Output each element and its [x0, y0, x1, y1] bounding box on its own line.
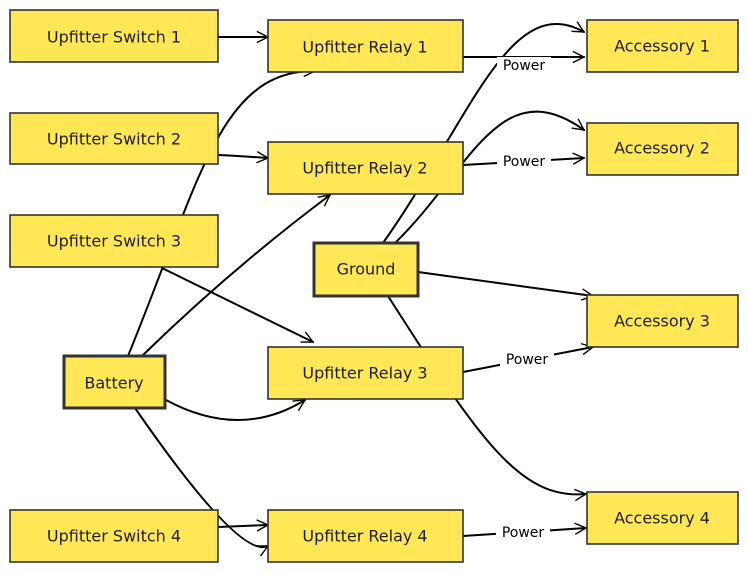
node-label: Accessory 4 [614, 509, 710, 528]
edge-switch2-relay2[interactable] [217, 155, 268, 158]
edge-ground-accessory3[interactable] [417, 271, 593, 296]
node-label: Upfitter Switch 1 [47, 28, 181, 47]
node-accessory-3[interactable]: Accessory 3 [586, 294, 739, 348]
edge-battery-relay3[interactable] [165, 399, 305, 421]
node-upfitter-relay-4[interactable]: Upfitter Relay 4 [267, 509, 464, 563]
node-label: Upfitter Relay 1 [302, 38, 427, 57]
node-accessory-2[interactable]: Accessory 2 [586, 122, 739, 176]
node-label: Accessory 2 [614, 139, 710, 158]
edge-switch4-relay4[interactable] [217, 525, 268, 527]
node-upfitter-relay-1[interactable]: Upfitter Relay 1 [267, 19, 464, 73]
node-accessory-4[interactable]: Accessory 4 [586, 491, 739, 545]
node-upfitter-switch-1[interactable]: Upfitter Switch 1 [9, 9, 219, 63]
edge-label-power-2: Power [503, 154, 546, 170]
node-label: Ground [337, 260, 396, 279]
node-label: Upfitter Relay 2 [302, 159, 427, 178]
edge-label-power-4: Power [502, 525, 545, 541]
edge-labels: Power Power Power Power [496, 57, 554, 542]
node-label: Upfitter Switch 4 [47, 527, 181, 546]
node-label: Upfitter Switch 3 [47, 232, 181, 251]
node-upfitter-switch-2[interactable]: Upfitter Switch 2 [9, 112, 219, 165]
node-upfitter-switch-3[interactable]: Upfitter Switch 3 [9, 214, 219, 268]
edge-label-power-1: Power [503, 58, 546, 74]
node-accessory-1[interactable]: Accessory 1 [586, 19, 739, 73]
node-label: Accessory 3 [614, 312, 710, 331]
node-battery[interactable]: Battery [62, 354, 167, 410]
node-label: Upfitter Relay 4 [302, 527, 427, 546]
edge-switch3-relay3[interactable] [161, 267, 313, 343]
edge-label-power-3: Power [506, 352, 549, 368]
node-label: Battery [84, 374, 143, 393]
wiring-diagram: Upfitter Switch 1 Upfitter Switch 2 Upfi… [9, 9, 739, 563]
node-upfitter-relay-3[interactable]: Upfitter Relay 3 [267, 346, 464, 400]
node-upfitter-switch-4[interactable]: Upfitter Switch 4 [9, 509, 219, 563]
node-label: Upfitter Switch 2 [47, 130, 181, 149]
node-ground[interactable]: Ground [312, 241, 420, 298]
node-upfitter-relay-2[interactable]: Upfitter Relay 2 [267, 141, 464, 195]
node-label: Accessory 1 [614, 37, 710, 56]
node-label: Upfitter Relay 3 [302, 364, 427, 383]
